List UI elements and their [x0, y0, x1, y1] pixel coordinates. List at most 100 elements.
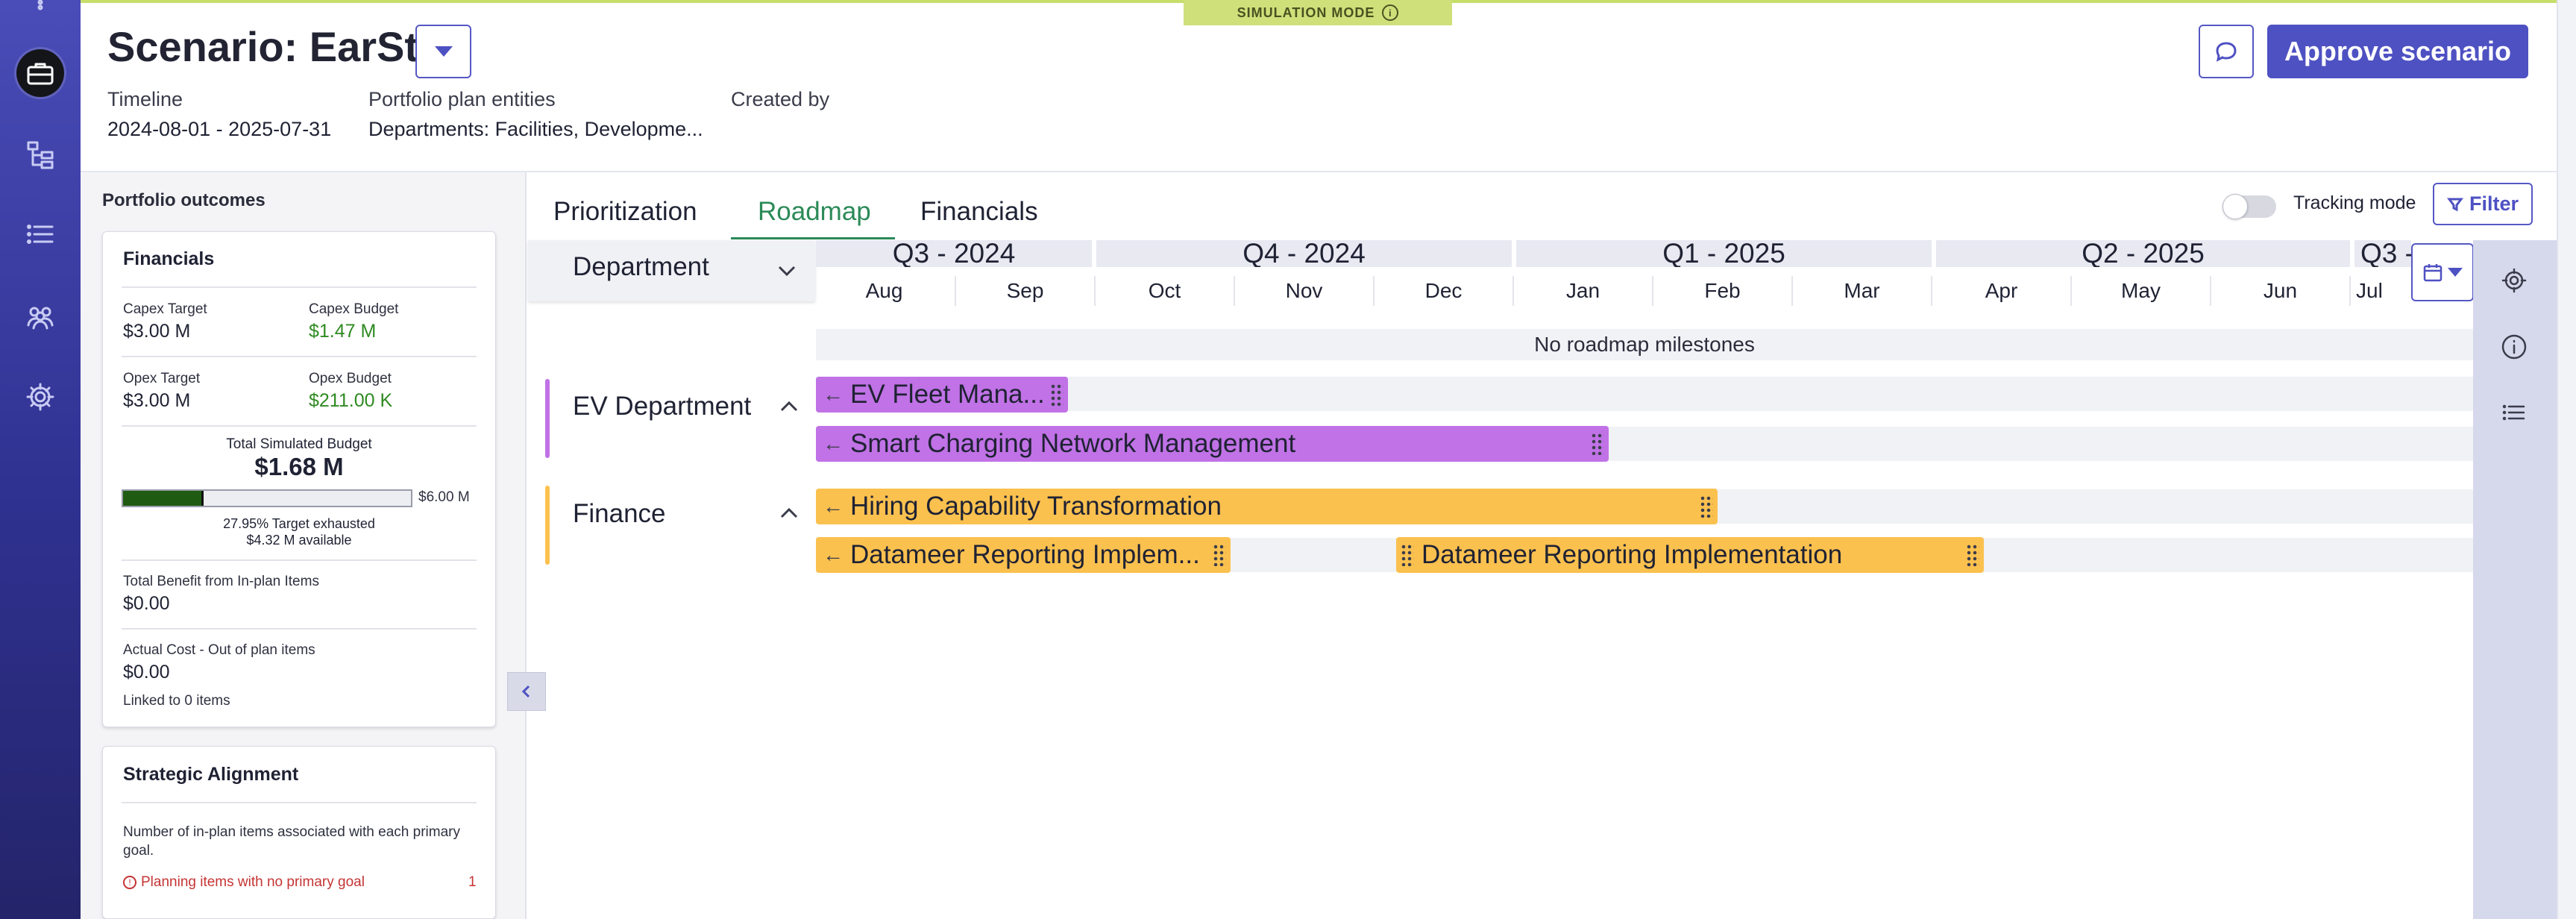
month-label: Dec — [1424, 279, 1463, 302]
linked-items-text: Linked to 0 items — [123, 693, 230, 709]
quarter-header: Q3 - 2024 — [816, 240, 1092, 267]
divider — [122, 425, 477, 427]
tab-prioritization[interactable]: Prioritization — [553, 197, 697, 227]
created-by-label: Created by — [731, 88, 830, 110]
filter-label: Filter — [2469, 192, 2519, 215]
quarter-header: Q2 - 2025 — [1936, 240, 2350, 267]
settings-icon — [26, 383, 54, 411]
capex-target-label: Capex Target — [123, 301, 207, 317]
tracking-mode-toggle[interactable] — [2222, 194, 2276, 219]
app-root: SIMULATION MODE i Scenario: EarSta Timel… — [0, 0, 2576, 919]
capex-budget-value: $1.47 M — [309, 321, 377, 342]
month-label: Nov — [1285, 279, 1323, 302]
opex-budget-value: $211.00 K — [309, 390, 393, 411]
group-color-bar — [545, 379, 550, 458]
roadmap-item-label: EV Fleet Mana... — [850, 380, 1045, 409]
month-label: Jan — [1565, 279, 1600, 302]
divider — [122, 628, 477, 630]
approve-scenario-button[interactable]: Approve scenario — [2267, 25, 2528, 78]
simulation-badge-label: SIMULATION MODE — [1237, 4, 1375, 20]
filter-icon — [2446, 198, 2463, 211]
nav-portfolio[interactable] — [16, 49, 64, 97]
roadmap-item-datameer-2[interactable]: Datameer Reporting Implementation — [1396, 537, 1984, 573]
month-label: Jul — [2356, 279, 2383, 302]
info-icon[interactable]: i — [1382, 4, 1399, 21]
month-divider — [1931, 276, 1932, 306]
roadmap-item-smart-charging[interactable]: ← Smart Charging Network Management — [816, 426, 1609, 462]
chevron-up-icon[interactable] — [778, 502, 800, 524]
chevron-down-icon — [434, 46, 453, 57]
filter-button[interactable]: Filter — [2433, 183, 2533, 225]
opex-target-label: Opex Target — [123, 371, 201, 386]
drag-handle-icon[interactable] — [1213, 544, 1226, 566]
no-primary-goal-warning[interactable]: ! Planning items with no primary goal — [123, 874, 365, 891]
nav-settings[interactable] — [16, 373, 64, 421]
quarter-header: Q4 - 2024 — [1096, 240, 1512, 267]
chevron-up-icon[interactable] — [778, 395, 800, 418]
group-color-bar — [545, 486, 550, 565]
roadmap-item-label: Hiring Capability Transformation — [850, 492, 1222, 521]
month-divider — [1791, 276, 1793, 306]
window-scrollbar[interactable] — [2557, 0, 2576, 919]
scenario-dropdown-button[interactable] — [415, 25, 471, 78]
nav-people[interactable] — [16, 292, 64, 340]
benefit-label: Total Benefit from In-plan Items — [123, 574, 319, 589]
month-divider — [1234, 276, 1235, 306]
group-label-ev-department: EV Department — [573, 392, 752, 421]
month-label: Feb — [1704, 279, 1741, 302]
roadmap-item-hiring[interactable]: ← Hiring Capability Transformation — [816, 489, 1718, 524]
tab-financials[interactable]: Financials — [920, 197, 1038, 227]
entities-label: Portfolio plan entities — [368, 88, 556, 110]
roadmap-item-label: Datameer Reporting Implem... — [850, 540, 1200, 569]
drag-handle-icon[interactable] — [1591, 433, 1604, 455]
month-divider — [1652, 276, 1653, 306]
month-label: Jun — [2263, 279, 2298, 302]
drag-handle-icon[interactable] — [1401, 544, 1414, 566]
roadmap-settings-button[interactable] — [2498, 264, 2531, 297]
toggle-knob — [2222, 194, 2248, 219]
quarter-header: Q1 - 2025 — [1516, 240, 1932, 267]
total-simulated-value: $1.68 M — [254, 453, 344, 480]
divider — [122, 356, 477, 357]
arrow-left-icon: ← — [823, 543, 844, 566]
nav-list[interactable] — [16, 210, 64, 258]
briefcase-icon — [27, 63, 54, 85]
drag-handle-icon[interactable] — [1966, 544, 1979, 566]
nav-hierarchy[interactable] — [16, 131, 64, 179]
milestones-row: No roadmap milestones — [816, 329, 2473, 360]
total-simulated-label: Total Simulated Budget — [226, 436, 372, 452]
arrow-left-icon: ← — [823, 383, 844, 406]
no-milestones-text: No roadmap milestones — [1534, 333, 1755, 356]
chevron-down-icon[interactable] — [776, 260, 798, 282]
roadmap-item-datameer-1[interactable]: ← Datameer Reporting Implem... — [816, 537, 1231, 573]
target-exhausted-text: 27.95% Target exhausted — [223, 516, 375, 531]
department-column-header[interactable]: Department — [528, 240, 815, 301]
month-divider — [1512, 276, 1514, 306]
roadmap-item-ev-fleet[interactable]: ← EV Fleet Mana... — [816, 377, 1068, 413]
collapse-panel-button[interactable] — [507, 672, 546, 711]
month-divider — [2349, 276, 2351, 306]
roadmap-info-button[interactable] — [2498, 330, 2531, 363]
chevron-left-icon — [521, 685, 530, 698]
capex-budget-label: Capex Budget — [309, 301, 399, 317]
roadmap-legend-button[interactable] — [2498, 396, 2531, 429]
settings-icon — [2501, 268, 2527, 293]
month-divider — [1094, 276, 1096, 306]
strategic-alignment-title: Strategic Alignment — [123, 764, 299, 785]
budget-progress-bar — [122, 489, 412, 507]
simulation-badge: SIMULATION MODE i — [1184, 0, 1452, 25]
page-title: Scenario: EarSta — [107, 23, 442, 70]
info-icon — [2501, 334, 2527, 360]
drag-handle-icon[interactable] — [1700, 495, 1713, 518]
tab-roadmap[interactable]: Roadmap — [758, 197, 871, 227]
hierarchy-icon — [27, 141, 54, 169]
panel-heading: Portfolio outcomes — [102, 190, 266, 210]
opex-target-value: $3.00 M — [123, 390, 191, 411]
month-divider — [1373, 276, 1375, 306]
no-primary-goal-label: Planning items with no primary goal — [141, 874, 365, 890]
month-label: Apr — [1985, 279, 2018, 302]
comments-button[interactable] — [2199, 25, 2254, 78]
timescale-button[interactable] — [2411, 243, 2474, 301]
drag-handle-icon[interactable] — [1050, 383, 1064, 406]
group-label-finance: Finance — [573, 499, 666, 528]
